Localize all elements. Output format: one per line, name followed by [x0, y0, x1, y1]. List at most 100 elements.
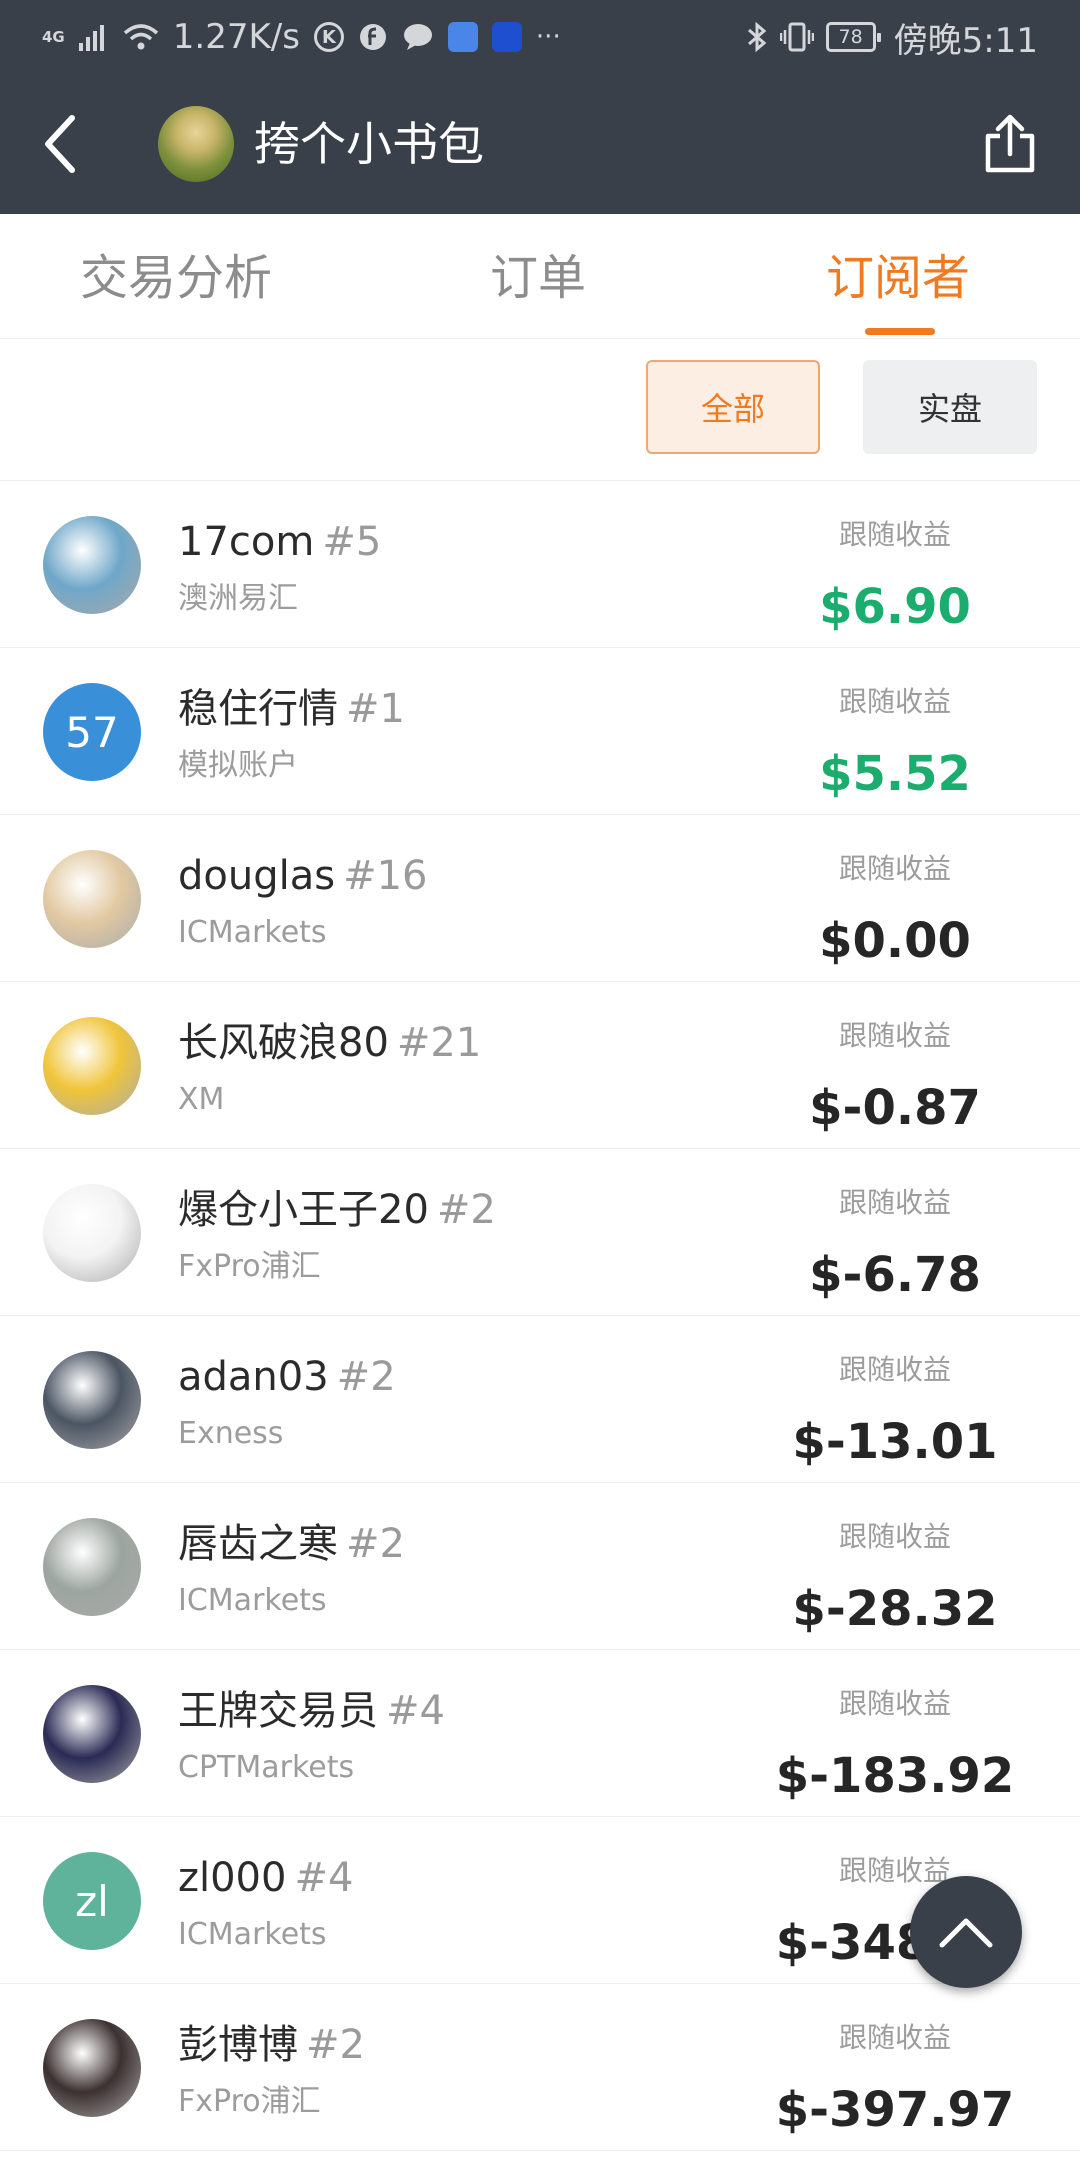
avatar[interactable]: zl [43, 1852, 141, 1950]
subscriber-name: adan03 [178, 1354, 329, 1400]
broker-name: Exness [178, 1416, 284, 1451]
browser-app-icon [447, 22, 478, 52]
subscriber-row[interactable]: 爆仓小王子20 #2 FxPro浦汇 跟随收益 $-6.78 [0, 1149, 1080, 1316]
profit-label: 跟随收益 [838, 685, 951, 718]
avatar-initials: zl [75, 1876, 109, 1926]
subscriber-row[interactable]: douglas #16 ICMarkets 跟随收益 $0.00 [0, 815, 1080, 982]
avatar-initials: 57 [65, 707, 119, 757]
tab-bar: 交易分析 订单 订阅者 [0, 214, 1080, 339]
subscriber-name: 彭博博 [178, 2022, 298, 2068]
status-bar: 4G 1.27K/s K ··· 78 傍晚5:11 [0, 0, 1080, 74]
subscriber-row[interactable]: 王牌交易员 #4 CPTMarkets 跟随收益 $-183.92 [0, 1650, 1080, 1817]
k-app-icon: K [313, 22, 344, 52]
profit-label: 跟随收益 [838, 852, 951, 885]
clock: 傍晚5:11 [893, 20, 1038, 61]
chat-bubble-icon [403, 24, 432, 50]
subscriber-name: 17com [178, 519, 315, 565]
subscriber-name-line: 唇齿之寒 #2 [178, 1517, 405, 1571]
profit-label: 跟随收益 [838, 2021, 951, 2054]
broker-name: FxPro浦汇 [178, 1249, 321, 1284]
filter-all-button[interactable]: 全部 [646, 360, 820, 454]
profit-value: $-0.87 [809, 1080, 981, 1136]
subscriber-name-line: 王牌交易员 #4 [178, 1684, 445, 1738]
subscriber-name: 稳住行情 [178, 686, 338, 732]
broker-name: 澳洲易汇 [178, 581, 298, 616]
broker-name: ICMarkets [178, 1583, 327, 1618]
broker-name: ICMarkets [178, 1917, 327, 1952]
subscriber-row[interactable]: 长风破浪80 #21 XM 跟随收益 $-0.87 [0, 982, 1080, 1149]
profit-value: $-13.01 [792, 1414, 998, 1470]
avatar[interactable] [43, 1351, 141, 1449]
subscriber-rank: #2 [306, 2022, 365, 2068]
app-header: 挎个小书包 [0, 74, 1080, 214]
avatar[interactable] [43, 516, 141, 614]
broker-name: FxPro浦汇 [178, 2084, 321, 2119]
profit-label: 跟随收益 [838, 1019, 951, 1052]
broker-name: XM [178, 1082, 225, 1117]
filter-live-button[interactable]: 实盘 [863, 360, 1037, 454]
header-avatar[interactable] [158, 106, 234, 182]
subscriber-name-line: 长风破浪80 #21 [178, 1016, 481, 1070]
profit-value: $5.52 [819, 746, 971, 802]
avatar[interactable] [43, 2019, 141, 2117]
broker-name: CPTMarkets [178, 1750, 355, 1785]
profit-value: $-28.32 [792, 1581, 998, 1637]
network-speed: 1.27K/s [172, 17, 300, 57]
profit-value: $-183.92 [775, 1748, 1015, 1804]
broker-name: 模拟账户 [178, 748, 298, 783]
signal-icon [78, 25, 104, 51]
profit-label: 跟随收益 [838, 1353, 951, 1386]
avatar[interactable] [43, 1518, 141, 1616]
subscriber-name-line: 爆仓小王子20 #2 [178, 1183, 496, 1237]
car-app-icon [491, 22, 522, 52]
back-button[interactable] [30, 114, 90, 174]
subscriber-rank: #21 [396, 1020, 482, 1066]
tab-trade-analysis[interactable]: 交易分析 [80, 248, 272, 308]
page-title: 挎个小书包 [254, 117, 484, 171]
subscriber-name-line: 17com #5 [178, 515, 381, 569]
subscriber-rank: #2 [436, 1187, 496, 1233]
subscriber-row[interactable]: adan03 #2 Exness 跟随收益 $-13.01 [0, 1316, 1080, 1483]
avatar[interactable] [43, 850, 141, 948]
wifi-icon [123, 24, 158, 50]
avatar[interactable] [43, 1184, 141, 1282]
subscriber-rank: #4 [386, 1688, 445, 1734]
avatar[interactable]: 57 [43, 683, 141, 781]
network-type: 4G [42, 28, 65, 46]
subscriber-row[interactable]: 彭博博 #2 FxPro浦汇 跟随收益 $-397.97 [0, 1984, 1080, 2151]
profit-label: 跟随收益 [838, 1520, 951, 1553]
bluetooth-icon [747, 21, 766, 53]
scroll-to-top-button[interactable] [910, 1876, 1022, 1988]
tab-orders[interactable]: 订单 [490, 248, 586, 308]
profit-value: $6.90 [819, 579, 971, 635]
avatar[interactable] [43, 1685, 141, 1783]
subscriber-name: douglas [178, 853, 336, 899]
broker-name: ICMarkets [178, 915, 327, 950]
avatar[interactable] [43, 1017, 141, 1115]
chevron-left-icon [45, 115, 75, 173]
subscriber-rank: #2 [346, 1521, 405, 1567]
app-f-icon [359, 24, 386, 50]
profit-label: 跟随收益 [838, 1186, 951, 1219]
tab-subscribers[interactable]: 订阅者 [826, 248, 970, 308]
profit-label: 跟随收益 [838, 518, 951, 551]
subscriber-list: 17com #5 澳洲易汇 跟随收益 $6.90 57 稳住行情 #1 模拟账户 跟… [0, 481, 1080, 2151]
subscriber-name-line: 彭博博 #2 [178, 2018, 365, 2072]
subscriber-name: 唇齿之寒 [178, 1521, 338, 1567]
share-button[interactable] [978, 112, 1042, 176]
profit-value: $-397.97 [775, 2082, 1015, 2138]
profit-label: 跟随收益 [838, 1687, 951, 1720]
filter-bar: 全部 实盘 [0, 338, 1080, 481]
profit-value: $-6.78 [809, 1247, 981, 1303]
subscriber-name: 王牌交易员 [178, 1688, 378, 1734]
subscriber-rank: #16 [343, 853, 428, 899]
battery-icon: 78 [825, 22, 881, 52]
subscriber-row[interactable]: 唇齿之寒 #2 ICMarkets 跟随收益 $-28.32 [0, 1483, 1080, 1650]
subscriber-rank: #2 [336, 1354, 396, 1400]
subscriber-name: 长风破浪80 [178, 1020, 389, 1066]
subscriber-row[interactable]: 57 稳住行情 #1 模拟账户 跟随收益 $5.52 [0, 648, 1080, 815]
active-tab-indicator [865, 328, 935, 335]
profit-value: $0.00 [819, 913, 971, 969]
subscriber-row[interactable]: 17com #5 澳洲易汇 跟随收益 $6.90 [0, 481, 1080, 648]
vibrate-icon [779, 22, 814, 52]
